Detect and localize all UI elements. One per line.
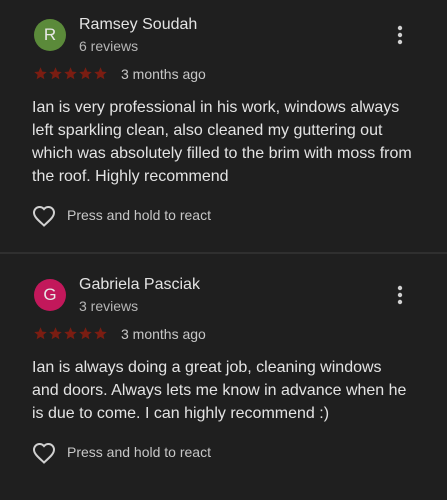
- star-rating: [33, 326, 108, 341]
- star-icon: [79, 67, 92, 80]
- react-label[interactable]: Press and hold to react: [67, 444, 211, 460]
- review-author[interactable]: Gabriela Pasciak: [79, 276, 200, 294]
- review-count: 6 reviews: [79, 38, 139, 54]
- avatar-letter: R: [43, 25, 57, 44]
- react-label[interactable]: Press and hold to react: [67, 207, 211, 223]
- star-icon: [64, 327, 77, 340]
- star-icon: [94, 67, 107, 80]
- star-icon: [49, 327, 62, 340]
- avatar[interactable]: G: [34, 279, 66, 311]
- review-author[interactable]: Ramsey Soudah: [79, 16, 197, 34]
- heart-outline-icon[interactable]: [32, 205, 56, 227]
- review-text: Ian is always doing a great job, cleanin…: [32, 359, 407, 422]
- divider: [0, 252, 447, 254]
- review-card: R Ramsey Soudah 6 reviews 3 months ago I…: [0, 0, 447, 253]
- heart-outline-icon[interactable]: [32, 442, 56, 464]
- review-count: 3 reviews: [79, 298, 139, 314]
- star-rating: [33, 66, 108, 81]
- avatar-letter: G: [43, 285, 57, 304]
- more-options-button[interactable]: [390, 23, 410, 47]
- more-vert-icon: [397, 25, 403, 45]
- more-options-button[interactable]: [390, 283, 410, 307]
- review-date: 3 months ago: [121, 66, 206, 82]
- avatar[interactable]: R: [34, 19, 66, 51]
- star-icon: [64, 67, 77, 80]
- star-icon: [79, 327, 92, 340]
- star-icon: [94, 327, 107, 340]
- review-text: Ian is very professional in his work, wi…: [32, 99, 412, 185]
- more-vert-icon: [397, 285, 403, 305]
- review-card: G Gabriela Pasciak 3 reviews 3 months ag…: [0, 256, 447, 500]
- star-icon: [34, 327, 47, 340]
- review-date: 3 months ago: [121, 326, 206, 342]
- star-icon: [49, 67, 62, 80]
- star-icon: [34, 67, 47, 80]
